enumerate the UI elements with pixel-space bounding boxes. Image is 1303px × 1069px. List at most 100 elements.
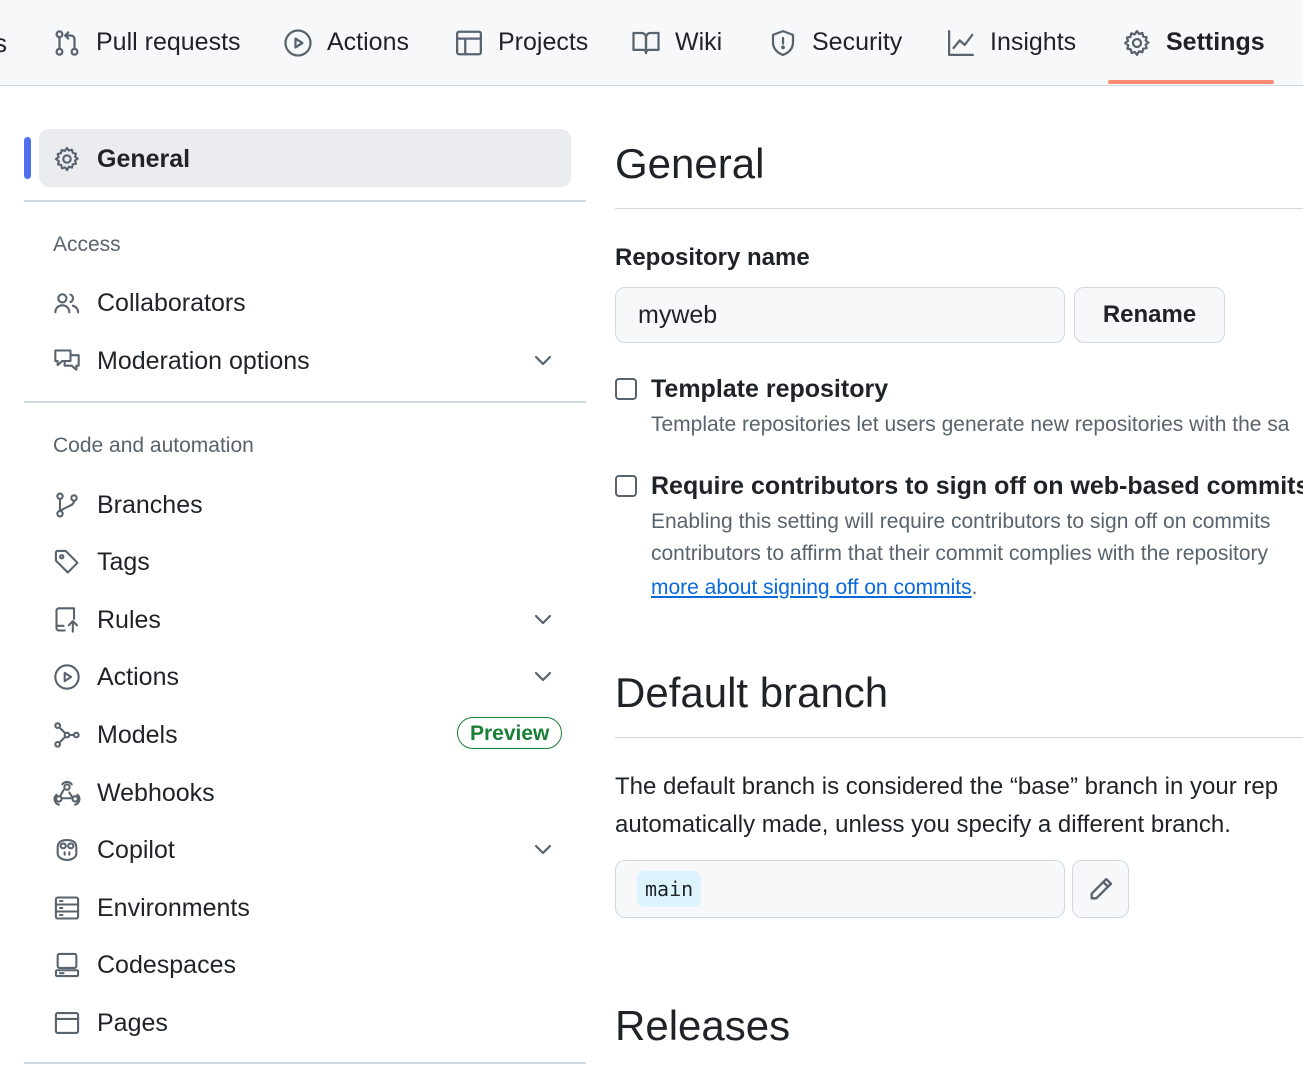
divider <box>615 737 1303 738</box>
sidebar-item-label: Collaborators <box>97 288 246 317</box>
sidebar-item-label: Environments <box>97 893 250 922</box>
repo-push-icon <box>55 607 78 633</box>
chevron-down-icon[interactable] <box>531 607 555 631</box>
repo-name-label: Repository name <box>615 244 810 271</box>
signoff-description-line1: Enabling this setting will require contr… <box>651 510 1271 533</box>
book-icon <box>632 31 660 54</box>
divider <box>24 200 586 202</box>
gear-icon <box>54 146 79 172</box>
sidebar-item-rules[interactable]: Rules <box>53 600 161 640</box>
divider <box>615 208 1303 209</box>
sidebar-item-label: Actions <box>97 662 179 691</box>
tab-projects[interactable]: Projects <box>454 0 588 85</box>
default-branch-field: main <box>615 860 1065 918</box>
server-icon <box>54 896 80 920</box>
sidebar-item-collaborators[interactable]: Collaborators <box>53 283 246 323</box>
branch-name: main <box>637 871 702 907</box>
sidebar-item-label: Tags <box>97 547 150 576</box>
tab-label: Actions <box>327 28 409 56</box>
section-heading-access: Access <box>53 233 121 256</box>
sidebar-item-label: Models <box>97 720 178 749</box>
people-icon <box>54 293 80 314</box>
webhook-icon <box>53 780 81 806</box>
edit-default-branch-button[interactable] <box>1072 860 1129 918</box>
default-branch-text-line1: The default branch is considered the “ba… <box>615 773 1279 800</box>
default-branch-text-line2: automatically made, unless you specify a… <box>615 811 1231 838</box>
sidebar-item-label: Branches <box>97 490 203 519</box>
signoff-checkbox[interactable] <box>615 475 637 497</box>
sidebar-item-codespaces[interactable]: Codespaces <box>53 945 236 985</box>
signoff-title: Require contributors to sign off on web-… <box>651 472 1303 500</box>
tag-icon <box>54 549 79 574</box>
gear-icon <box>1124 29 1150 56</box>
signoff-description-line2: contributors to affirm that their commit… <box>651 542 1269 565</box>
signoff-learn-more-link[interactable]: more about signing off on commits <box>651 576 972 599</box>
sidebar-item-environments[interactable]: Environments <box>53 888 250 928</box>
preview-badge: Preview <box>457 717 563 749</box>
sidebar-item-label: Codespaces <box>97 950 236 979</box>
repo-name-input[interactable]: myweb <box>615 287 1065 343</box>
sidebar-item-webhooks[interactable]: Webhooks <box>53 773 215 813</box>
tab-security[interactable]: Security <box>768 0 902 85</box>
tab-label: Pull requests <box>96 28 241 56</box>
sidebar-item-moderation-options[interactable]: Moderation options <box>53 341 310 381</box>
sidebar-item-general[interactable]: General <box>53 139 190 179</box>
shield-icon <box>771 29 795 56</box>
graph-icon <box>948 29 974 56</box>
tab-label: Projects <box>498 28 589 56</box>
play-circle-icon <box>284 28 312 57</box>
nav-tab-partial[interactable]: s <box>0 28 7 59</box>
tab-settings[interactable]: Settings <box>1122 0 1265 85</box>
settings-sidebar: General Access Collaborators Moderation … <box>0 86 600 1069</box>
tab-actions[interactable]: Actions <box>283 0 409 85</box>
template-repo-checkbox[interactable] <box>615 378 637 400</box>
codespaces-icon <box>54 952 80 978</box>
git-branch-icon <box>56 492 78 518</box>
template-repo-description: Template repositories let users generate… <box>651 413 1290 436</box>
tab-label: Wiki <box>675 28 723 56</box>
tab-label: Security <box>812 28 903 56</box>
sidebar-item-tags[interactable]: Tags <box>53 542 150 582</box>
tab-pull-requests[interactable]: Pull requests <box>52 0 241 85</box>
template-repo-title: Template repository <box>651 375 889 403</box>
link-suffix: . <box>971 576 978 599</box>
tab-label: Insights <box>990 28 1077 56</box>
section-title-default-branch: Default branch <box>615 669 889 716</box>
sidebar-item-branches[interactable]: Branches <box>53 485 203 525</box>
page-title: General <box>615 140 765 187</box>
tab-label: Settings <box>1166 28 1265 56</box>
table-icon <box>456 30 482 55</box>
sidebar-item-label: Rules <box>97 605 161 634</box>
sidebar-item-actions[interactable]: Actions <box>53 657 179 697</box>
pencil-icon <box>1090 877 1113 900</box>
chevron-down-icon[interactable] <box>531 348 555 372</box>
sidebar-item-label: Moderation options <box>97 346 310 375</box>
pull-request-icon <box>55 29 79 56</box>
tab-insights[interactable]: Insights <box>946 0 1076 85</box>
sidebar-item-label: General <box>97 144 191 173</box>
divider <box>24 401 586 403</box>
copilot-icon <box>56 839 78 861</box>
section-title-releases: Releases <box>615 1002 791 1049</box>
sidebar-item-copilot[interactable]: Copilot <box>53 830 175 870</box>
repo-nav: s Pull requests Actions Projects Wiki Se… <box>0 0 1303 86</box>
sidebar-item-label: Webhooks <box>97 778 215 807</box>
play-circle-icon <box>54 664 80 690</box>
signoff-link-row: more about signing off on commits. <box>651 572 977 604</box>
rename-button[interactable]: Rename <box>1074 287 1225 343</box>
settings-main: General Repository name myweb Rename Tem… <box>615 86 1303 1069</box>
chevron-down-icon[interactable] <box>531 837 555 861</box>
active-indicator <box>24 137 31 179</box>
sidebar-item-label: Pages <box>97 1008 168 1037</box>
comment-discussion-icon <box>54 349 80 371</box>
section-heading-code-automation: Code and automation <box>53 434 254 457</box>
sidebar-item-label: Copilot <box>97 835 175 864</box>
active-tab-underline <box>1108 80 1274 84</box>
sidebar-item-models[interactable]: Models <box>53 715 178 755</box>
browser-icon <box>54 1012 80 1034</box>
divider <box>24 1062 586 1064</box>
tab-wiki[interactable]: Wiki <box>631 0 722 85</box>
chevron-down-icon[interactable] <box>531 664 555 688</box>
models-icon <box>54 722 80 748</box>
sidebar-item-pages[interactable]: Pages <box>53 1003 168 1043</box>
